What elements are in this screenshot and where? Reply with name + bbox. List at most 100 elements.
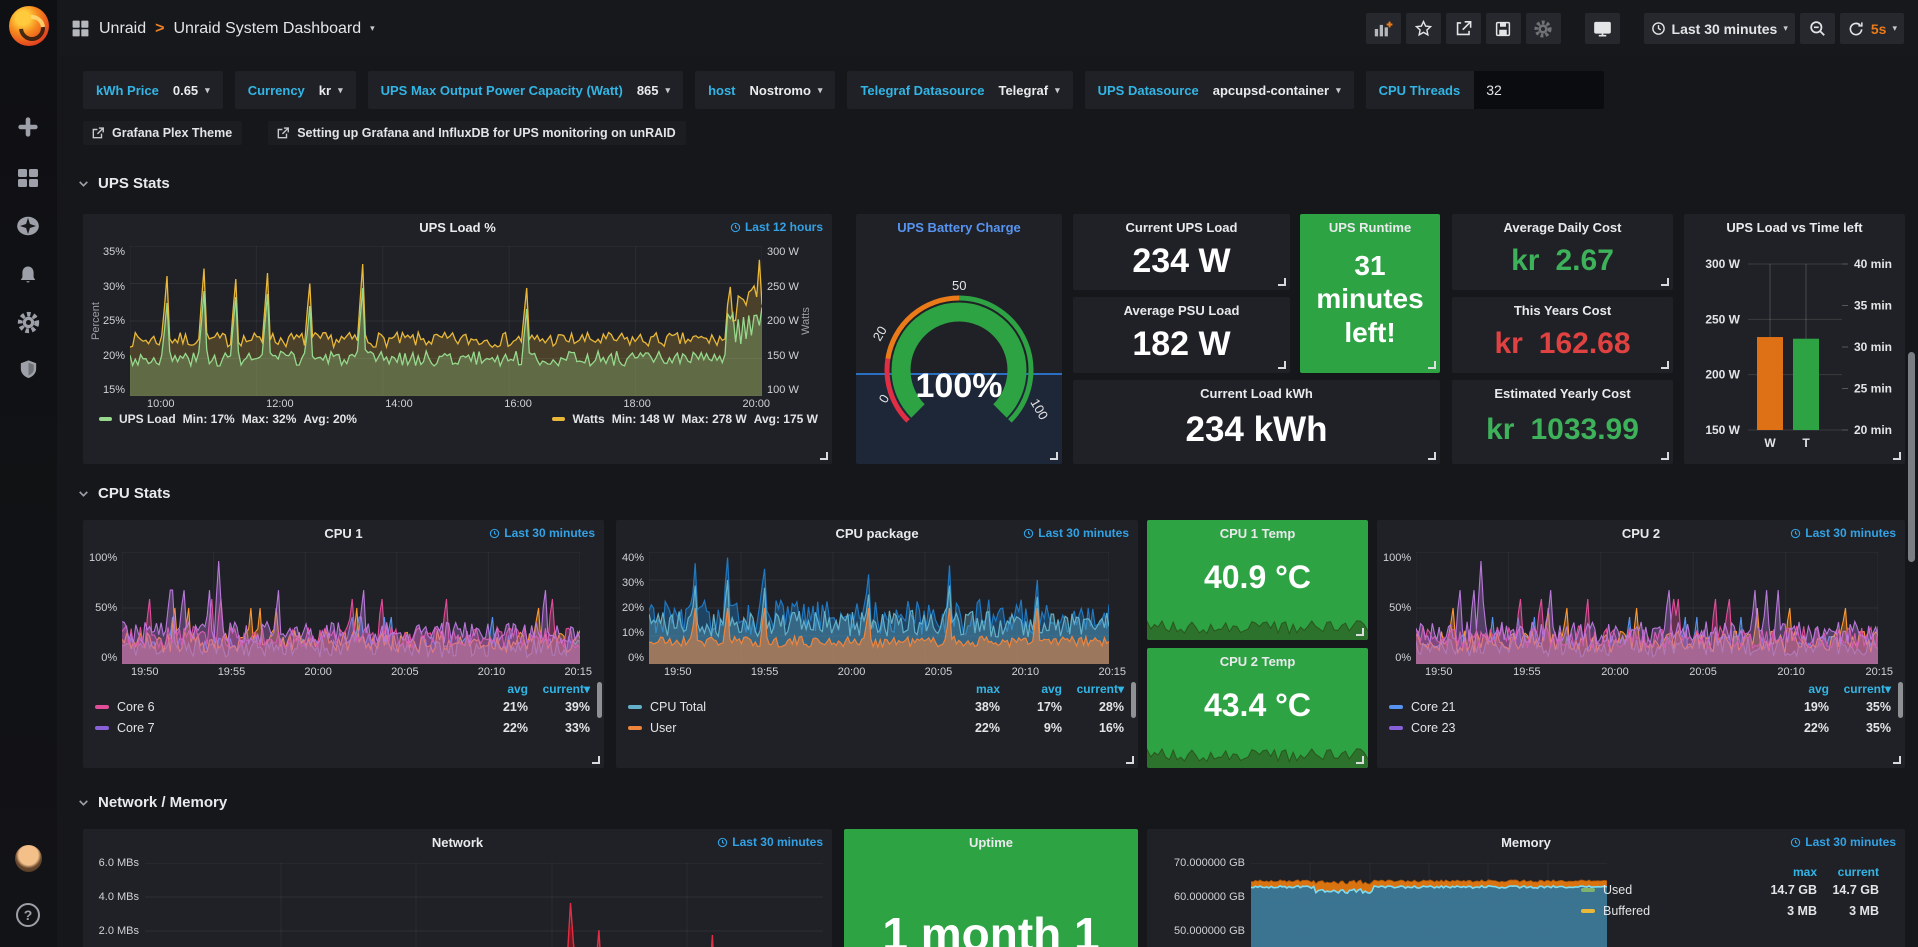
variable-value[interactable]: apcupsd-container▾ [1213,83,1341,98]
panel-title[interactable]: Current Load kWh [1073,380,1440,406]
panel-title[interactable]: Average PSU Load [1073,297,1290,323]
series-name[interactable]: Core 6 [117,700,155,714]
legend-scrollbar[interactable] [597,682,602,718]
memory-chart[interactable] [1251,863,1607,947]
user-avatar[interactable] [15,845,42,872]
svg-text:100: 100 [1027,396,1051,422]
panel-title[interactable]: Uptime [844,829,1138,855]
alerting-bell-icon[interactable] [14,261,42,289]
legend-column-avg[interactable]: avg [466,682,528,696]
variable-value[interactable]: Telegraf▾ [998,83,1059,98]
dashboards-icon[interactable] [14,164,42,192]
page-scrollbar[interactable] [1908,352,1915,562]
panel-time-link[interactable]: Last 30 minutes [1023,520,1129,546]
panel-time-link[interactable]: Last 30 minutes [489,520,595,546]
panel-title[interactable]: This Years Cost [1452,297,1673,323]
series-name[interactable]: Watts [572,412,604,426]
panel-title[interactable]: UPS Load % [83,214,832,240]
refresh-button[interactable]: 5s ▾ [1840,13,1904,44]
star-button[interactable] [1406,13,1441,44]
panel-title[interactable]: CPU 1 Temp [1147,520,1368,546]
panel-time-link[interactable]: Last 30 minutes [717,829,823,855]
refresh-interval-label[interactable]: 5s [1871,21,1887,37]
legend-column-avg[interactable]: avg [1000,682,1062,696]
variable-cpu-threads[interactable]: CPU Threads32 [1366,71,1605,109]
zoom-out-button[interactable] [1800,13,1835,44]
series-name[interactable]: Core 21 [1411,700,1455,714]
variable-kwh-price[interactable]: kWh Price0.65▾ [83,71,223,109]
network-chart[interactable] [145,863,823,947]
legend-column-max[interactable]: max [1755,865,1817,879]
share-button[interactable] [1446,13,1481,44]
create-icon[interactable] [14,113,42,141]
cpu1-chart[interactable] [122,552,580,664]
breadcrumb-dashboard-title[interactable]: Unraid System Dashboard [173,20,361,38]
svg-text:30 min: 30 min [1854,340,1892,354]
panel-title[interactable]: Average Daily Cost [1452,214,1673,240]
legend-scrollbar[interactable] [1131,682,1136,718]
help-icon[interactable]: ? [16,903,40,927]
cpu2-chart[interactable] [1416,552,1878,664]
panel-title[interactable]: Current UPS Load [1073,214,1290,240]
server-admin-shield-icon[interactable] [14,355,42,383]
legend-column-current[interactable]: current▾ [528,682,590,696]
legend-item[interactable]: WattsMin: 148 WMax: 278 WAvg: 175 W [552,412,818,426]
legend-value-current: 28% [1062,700,1124,714]
legend-column-max[interactable]: max [938,682,1000,696]
variable-value[interactable]: 865▾ [637,83,670,98]
load-vs-time-bar-chart[interactable]: 300 W250 W200 W150 W40 min35 min30 min25… [1684,240,1905,458]
variable-ups-max-output-power-capacity-watt-[interactable]: UPS Max Output Power Capacity (Watt)865▾ [368,71,683,109]
settings-gear-button[interactable] [1526,13,1561,44]
ups-load-chart[interactable] [130,246,762,396]
breadcrumb-app[interactable]: Unraid [99,20,146,38]
series-name[interactable]: UPS Load [119,412,176,426]
panel-title[interactable]: CPU 2 Temp [1147,648,1368,674]
legend-item[interactable]: UPS LoadMin: 17%Max: 32%Avg: 20% [99,412,357,426]
series-name[interactable]: Buffered [1603,904,1650,918]
link-ups-monitoring-guide[interactable]: Setting up Grafana and InfluxDB for UPS … [268,121,685,145]
variable-currency[interactable]: Currencykr▾ [235,71,356,109]
row-header-cpu-stats[interactable]: CPU Stats [77,485,171,502]
variable-value[interactable]: 0.65▾ [173,83,210,98]
legend-column-avg[interactable]: avg [1767,682,1829,696]
series-name[interactable]: Core 7 [117,721,155,735]
cycle-view-monitor-button[interactable] [1585,13,1620,44]
panel-time-link[interactable]: Last 30 minutes [1790,829,1896,855]
variable-telegraf-datasource[interactable]: Telegraf DatasourceTelegraf▾ [847,71,1072,109]
refresh-caret-icon[interactable]: ▾ [1892,23,1897,34]
axis-tick: 16:00 [504,398,532,410]
panel-title[interactable]: Estimated Yearly Cost [1452,380,1673,406]
legend-column-current[interactable]: current▾ [1062,682,1124,696]
series-name[interactable]: Core 23 [1411,721,1455,735]
explore-compass-icon[interactable] [14,212,42,240]
panel-time-link[interactable]: Last 30 minutes [1790,520,1896,546]
panel-title[interactable]: UPS Battery Charge [856,214,1062,240]
save-button[interactable] [1486,13,1521,44]
panel-time-link[interactable]: Last 12 hours [730,214,823,240]
variable-host[interactable]: hostNostromo▾ [695,71,835,109]
variable-value[interactable]: Nostromo▾ [750,83,823,98]
legend-column-current[interactable]: current [1817,865,1879,879]
row-header-ups-stats[interactable]: UPS Stats [77,175,170,192]
dashboard-caret-icon[interactable]: ▾ [370,23,375,34]
variable-input[interactable]: 32 [1474,71,1604,109]
variable-value[interactable]: kr▾ [319,83,343,98]
variable-ups-datasource[interactable]: UPS Datasourceapcupsd-container▾ [1085,71,1354,109]
axis-tick: 100% [89,552,117,564]
series-name[interactable]: Used [1603,883,1632,897]
apps-grid-icon[interactable] [71,19,90,38]
legend-scrollbar[interactable] [1898,682,1903,718]
link-grafana-plex-theme[interactable]: Grafana Plex Theme [83,121,242,145]
time-range-picker[interactable]: Last 30 minutes ▾ [1644,13,1795,44]
grafana-logo[interactable] [9,6,49,46]
series-name[interactable]: CPU Total [650,700,706,714]
row-header-network-memory[interactable]: Network / Memory [77,794,227,811]
panel-title[interactable]: UPS Runtime [1300,214,1440,240]
series-name[interactable]: User [650,721,676,735]
legend-column-current[interactable]: current▾ [1829,682,1891,696]
configuration-gear-icon[interactable] [14,308,42,336]
battery-gauge[interactable]: 02050100100% [856,242,1062,442]
add-panel-button[interactable] [1366,13,1401,44]
cpu-package-chart[interactable] [649,552,1109,664]
panel-title[interactable]: UPS Load vs Time left [1684,214,1905,240]
